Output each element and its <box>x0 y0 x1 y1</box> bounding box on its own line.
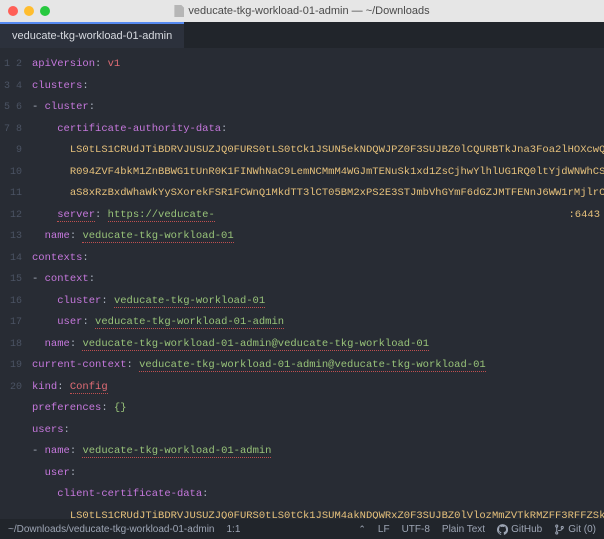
line-number-gutter: 1 2 3 4 5 6 7 8 9 10 11 12 13 14 15 16 1… <box>0 48 28 519</box>
status-bar: ~/Downloads/veducate-tkg-workload-01-adm… <box>0 519 604 539</box>
git-branch-icon <box>554 524 565 535</box>
window-title: veducate-tkg-workload-01-admin — ~/Downl… <box>0 5 604 17</box>
status-grammar[interactable]: Plain Text <box>442 524 485 535</box>
chevron-up-icon[interactable]: ⌃ <box>358 524 366 535</box>
status-line-ending[interactable]: LF <box>378 524 390 535</box>
window-titlebar: veducate-tkg-workload-01-admin — ~/Downl… <box>0 0 604 22</box>
tab-label: veducate-tkg-workload-01-admin <box>12 30 172 42</box>
status-cursor-position[interactable]: 1:1 <box>227 524 241 535</box>
github-icon <box>497 524 508 535</box>
code-right-edge: :6443 <box>564 54 604 226</box>
editor-pane[interactable]: 1 2 3 4 5 6 7 8 9 10 11 12 13 14 15 16 1… <box>0 48 604 519</box>
window-title-text: veducate-tkg-workload-01-admin — ~/Downl… <box>188 5 429 17</box>
tab-active[interactable]: veducate-tkg-workload-01-admin <box>0 22 184 48</box>
tab-bar: veducate-tkg-workload-01-admin <box>0 22 604 48</box>
status-filepath[interactable]: ~/Downloads/veducate-tkg-workload-01-adm… <box>8 524 215 535</box>
status-github[interactable]: GitHub <box>497 524 542 535</box>
file-icon <box>174 5 184 17</box>
code-area[interactable]: apiVersion: v1 clusters: - cluster: cert… <box>28 48 604 519</box>
status-encoding[interactable]: UTF-8 <box>402 524 430 535</box>
status-git-branch[interactable]: Git (0) <box>554 524 596 535</box>
